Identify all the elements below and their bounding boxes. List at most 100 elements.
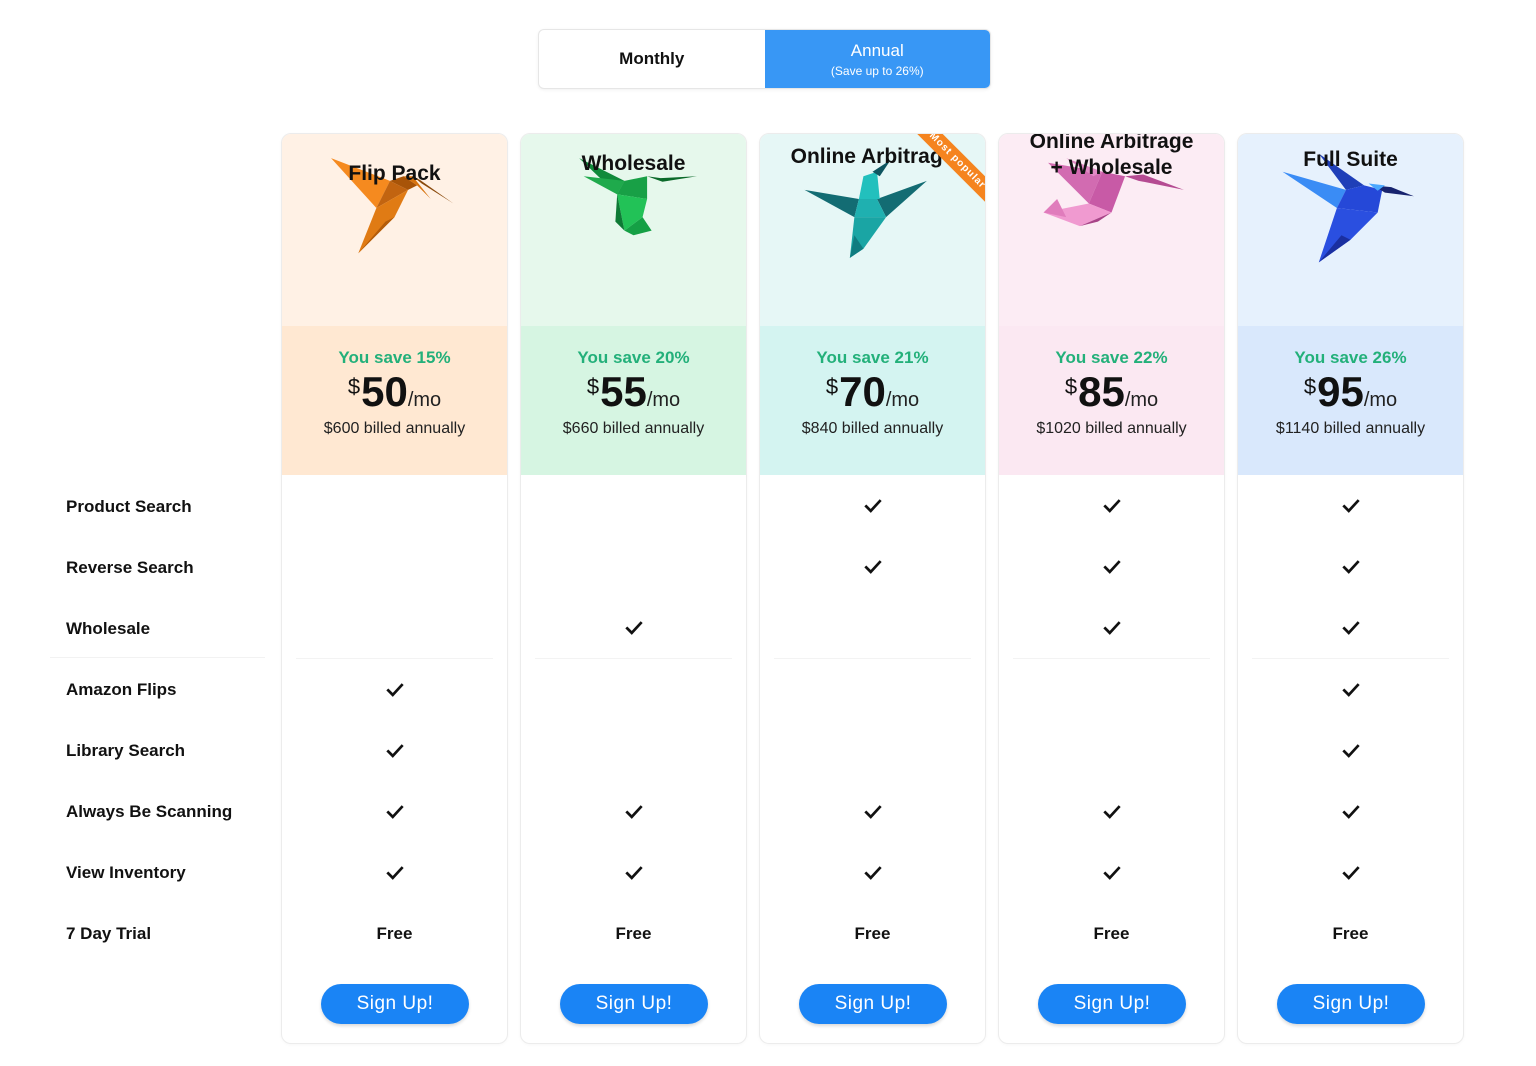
plan-name-line: Online Arbitrage bbox=[1029, 133, 1194, 153]
check-icon bbox=[864, 803, 882, 821]
price-value: 55 bbox=[600, 368, 647, 415]
price-value: 95 bbox=[1317, 368, 1364, 415]
feature-cell bbox=[282, 781, 507, 842]
plan-name-text: Flip Pack bbox=[348, 162, 441, 185]
sign-up-button[interactable]: Sign Up! bbox=[1038, 984, 1186, 1024]
feature-label: Wholesale bbox=[66, 618, 151, 638]
feature-cell bbox=[999, 475, 1224, 536]
plan-name-text: Full Suite bbox=[1303, 148, 1398, 171]
price-amount: $ 70 /mo bbox=[826, 370, 919, 414]
trial-value: Free bbox=[376, 923, 413, 943]
feature-cell: Free bbox=[999, 903, 1224, 964]
plan-name: Full Suite bbox=[1238, 147, 1463, 173]
annual-label: Annual bbox=[850, 40, 904, 60]
annual-option[interactable]: Annual (Save up to 26%) bbox=[764, 30, 990, 88]
check-icon bbox=[386, 803, 404, 821]
sign-up-button[interactable]: Sign Up! bbox=[321, 984, 469, 1024]
check-icon bbox=[1342, 742, 1360, 760]
plan-card: Flip Pack You save 15% $ 50 /mo $600 bil… bbox=[281, 133, 508, 1044]
plan-card: Online Arbitrage Most popular You save 2… bbox=[759, 133, 986, 1044]
plan-price-block: You save 15% $ 50 /mo $600 billed annual… bbox=[282, 326, 507, 475]
feature-label: Always Be Scanning bbox=[66, 801, 233, 821]
feature-matrix-column: Free bbox=[999, 475, 1224, 964]
price-amount: $ 95 /mo bbox=[1304, 370, 1397, 414]
feature-cell bbox=[521, 720, 746, 781]
check-icon bbox=[625, 864, 643, 882]
monthly-option[interactable]: Monthly bbox=[539, 30, 765, 88]
check-icon bbox=[625, 619, 643, 637]
check-icon bbox=[1342, 803, 1360, 821]
feature-cell bbox=[1238, 842, 1463, 903]
plan-card: Full Suite You save 26% $ 95 /mo $1140 b… bbox=[1237, 133, 1464, 1044]
feature-cell: Free bbox=[521, 903, 746, 964]
check-icon bbox=[1342, 619, 1360, 637]
plan-price-block: You save 21% $ 70 /mo $840 billed annual… bbox=[760, 326, 985, 475]
savings-text: You save 21% bbox=[816, 348, 929, 367]
feature-cell bbox=[1238, 781, 1463, 842]
check-icon bbox=[1103, 558, 1121, 576]
check-icon bbox=[864, 558, 882, 576]
check-icon bbox=[386, 681, 404, 699]
feature-cell bbox=[282, 536, 507, 597]
billed-annually-text: $1020 billed annually bbox=[1036, 420, 1187, 437]
feature-cell bbox=[999, 842, 1224, 903]
price-amount: $ 85 /mo bbox=[1065, 370, 1158, 414]
billing-toggle[interactable]: Monthly Annual (Save up to 26%) bbox=[538, 29, 991, 89]
feature-cell bbox=[1238, 659, 1463, 720]
plan-price-block: You save 22% $ 85 /mo $1020 billed annua… bbox=[999, 326, 1224, 475]
feature-cell bbox=[999, 597, 1224, 658]
most-popular-ribbon: Most popular bbox=[905, 134, 985, 214]
price-period: /mo bbox=[1124, 389, 1159, 411]
feature-label: Library Search bbox=[66, 740, 186, 760]
savings-text: You save 22% bbox=[1055, 348, 1168, 367]
feature-cell bbox=[760, 597, 985, 658]
feature-cell: Free bbox=[760, 903, 985, 964]
trial-value: Free bbox=[615, 923, 652, 943]
feature-cell bbox=[999, 536, 1224, 597]
monthly-label: Monthly bbox=[619, 49, 685, 68]
feature-cell bbox=[521, 842, 746, 903]
plan-name-text: Wholesale bbox=[581, 152, 686, 175]
billed-annually-text: $840 billed annually bbox=[801, 420, 944, 437]
billed-annually-text: $1140 billed annually bbox=[1275, 420, 1426, 437]
plan-card: Wholesale You save 20% $ 55 /mo $660 bil… bbox=[520, 133, 747, 1044]
feature-cell bbox=[1238, 720, 1463, 781]
savings-text: You save 15% bbox=[338, 348, 451, 367]
plan-name: Wholesale bbox=[521, 151, 746, 177]
plan-header: Online Arbitrage Most popular bbox=[760, 134, 985, 326]
feature-cell bbox=[760, 659, 985, 720]
divider bbox=[50, 657, 265, 658]
feature-cell bbox=[282, 842, 507, 903]
check-icon bbox=[625, 803, 643, 821]
savings-text: You save 26% bbox=[1294, 348, 1407, 367]
feature-matrix-column: Free bbox=[282, 475, 507, 964]
feature-list: Product Search Reverse Search Wholesale … bbox=[66, 476, 266, 964]
feature-cell bbox=[282, 475, 507, 536]
savings-text: You save 20% bbox=[577, 348, 690, 367]
feature-cell bbox=[1238, 597, 1463, 658]
currency-symbol: $ bbox=[586, 374, 600, 399]
check-icon bbox=[864, 497, 882, 515]
price-amount: $ 55 /mo bbox=[587, 370, 680, 414]
sign-up-button[interactable]: Sign Up! bbox=[560, 984, 708, 1024]
price-period: /mo bbox=[646, 389, 681, 411]
check-icon bbox=[1342, 558, 1360, 576]
feature-cell bbox=[760, 536, 985, 597]
plan-header: Flip Pack bbox=[282, 134, 507, 326]
feature-label: View Inventory bbox=[66, 862, 186, 882]
billed-annually-text: $660 billed annually bbox=[562, 420, 705, 437]
feature-cell bbox=[999, 659, 1224, 720]
plan-header: Full Suite bbox=[1238, 134, 1463, 326]
check-icon bbox=[1103, 497, 1121, 515]
feature-cell bbox=[282, 659, 507, 720]
feature-label: 7 Day Trial bbox=[66, 923, 152, 943]
feature-cell bbox=[282, 597, 507, 658]
plan-price-block: You save 20% $ 55 /mo $660 billed annual… bbox=[521, 326, 746, 475]
check-icon bbox=[386, 742, 404, 760]
sign-up-button[interactable]: Sign Up! bbox=[799, 984, 947, 1024]
trial-value: Free bbox=[1332, 923, 1369, 943]
feature-matrix-column: Free bbox=[521, 475, 746, 964]
plan-name: Online Arbitrage + Wholesale bbox=[999, 133, 1224, 181]
feature-cell bbox=[760, 781, 985, 842]
sign-up-button[interactable]: Sign Up! bbox=[1277, 984, 1425, 1024]
